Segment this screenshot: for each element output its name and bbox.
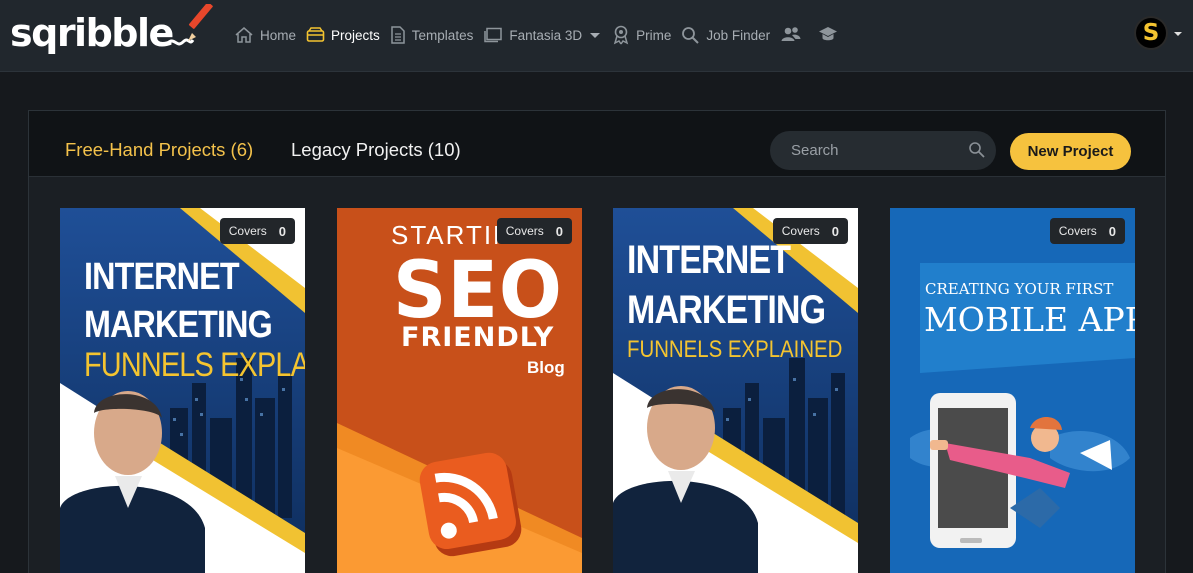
- cover-title-line-1: INTERNET: [627, 238, 791, 282]
- covers-count: 0: [831, 223, 839, 239]
- cover-thumbnail: [890, 208, 1135, 573]
- covers-badge: Covers 0: [1049, 218, 1125, 244]
- nav-training[interactable]: [818, 26, 844, 44]
- graduation-cap-icon: [819, 27, 838, 41]
- cover-title-mid: FRIENDLY: [401, 322, 555, 353]
- covers-count: 0: [278, 223, 286, 239]
- chevron-down-icon: [590, 33, 601, 38]
- fantasia-icon: [484, 27, 503, 43]
- tab-legacy-projects[interactable]: Legacy Projects (10): [291, 139, 461, 161]
- search-icon: [682, 26, 700, 44]
- project-card[interactable]: INTERNET MARKETING FUNNELS EXPLAINED Cov…: [613, 208, 858, 573]
- nav-home-label: Home: [260, 27, 297, 43]
- search-input[interactable]: [770, 142, 960, 159]
- covers-label: Covers: [1058, 224, 1097, 238]
- nav-prime-label: Prime: [636, 27, 672, 43]
- project-card[interactable]: INTERNET MARKETING FUNNELS EXPLAINED Cov…: [60, 208, 305, 573]
- logo-text: sqribble: [10, 11, 174, 55]
- cover-subtitle: FUNNELS EXPLAINED: [627, 336, 843, 363]
- cover-title-line-1: INTERNET: [84, 256, 240, 298]
- cover-title-top: CREATING YOUR FIRST: [925, 280, 1114, 298]
- main-nav: Home Projects Templates Fantasia 3D Prim…: [234, 22, 854, 48]
- covers-label: Covers: [505, 224, 544, 238]
- nav-projects[interactable]: Projects: [306, 27, 380, 43]
- project-card[interactable]: CREATING YOUR FIRST MOBILE APP Covers 0: [890, 208, 1135, 573]
- cover-subtitle: FUNNELS EXPLAINED: [84, 346, 305, 384]
- top-navbar: sqribble Home Projects Templates Fantasi…: [0, 0, 1193, 72]
- prime-icon: [613, 25, 629, 45]
- sqribble-logo[interactable]: sqribble: [10, 4, 217, 58]
- nav-fantasia-3d[interactable]: Fantasia 3D: [483, 27, 602, 43]
- covers-badge: Covers 0: [496, 218, 572, 244]
- nav-templates[interactable]: Templates: [390, 26, 474, 44]
- search-icon[interactable]: [968, 141, 986, 159]
- covers-count: 0: [1108, 223, 1116, 239]
- nav-projects-label: Projects: [331, 27, 380, 43]
- user-menu-chevron-icon[interactable]: [1172, 30, 1184, 38]
- nav-community[interactable]: [780, 26, 808, 44]
- covers-badge: Covers 0: [772, 218, 848, 244]
- home-icon: [235, 27, 253, 43]
- project-card[interactable]: STARTIN SEO FRIENDLY Blog Covers 0: [337, 208, 582, 573]
- nav-prime[interactable]: Prime: [612, 25, 671, 45]
- cover-title-line-2: MARKETING: [84, 304, 273, 346]
- nav-job-finder-label: Job Finder: [706, 27, 771, 43]
- cover-title-big: MOBILE APP: [924, 300, 1135, 339]
- users-icon: [781, 27, 801, 41]
- nav-templates-label: Templates: [411, 27, 474, 43]
- tab-free-hand-projects[interactable]: Free-Hand Projects (6): [65, 139, 253, 161]
- nav-job-finder[interactable]: Job Finder: [681, 26, 770, 45]
- user-avatar[interactable]: S: [1136, 18, 1166, 48]
- cover-title-line-2: MARKETING: [627, 288, 826, 332]
- covers-label: Covers: [781, 224, 820, 238]
- projects-panel-header: Free-Hand Projects (6) Legacy Projects (…: [29, 111, 1165, 177]
- covers-count: 0: [555, 223, 563, 239]
- covers-badge: Covers 0: [219, 218, 295, 244]
- pencil-icon: [167, 4, 213, 46]
- nav-home[interactable]: Home: [234, 26, 296, 44]
- nav-fantasia-label: Fantasia 3D: [509, 27, 583, 43]
- templates-icon: [391, 26, 405, 44]
- projects-icon: [306, 27, 325, 42]
- new-project-button[interactable]: New Project: [1010, 133, 1131, 170]
- covers-label: Covers: [228, 224, 267, 238]
- cover-title-small: Blog: [527, 358, 565, 377]
- search-box: [770, 131, 996, 170]
